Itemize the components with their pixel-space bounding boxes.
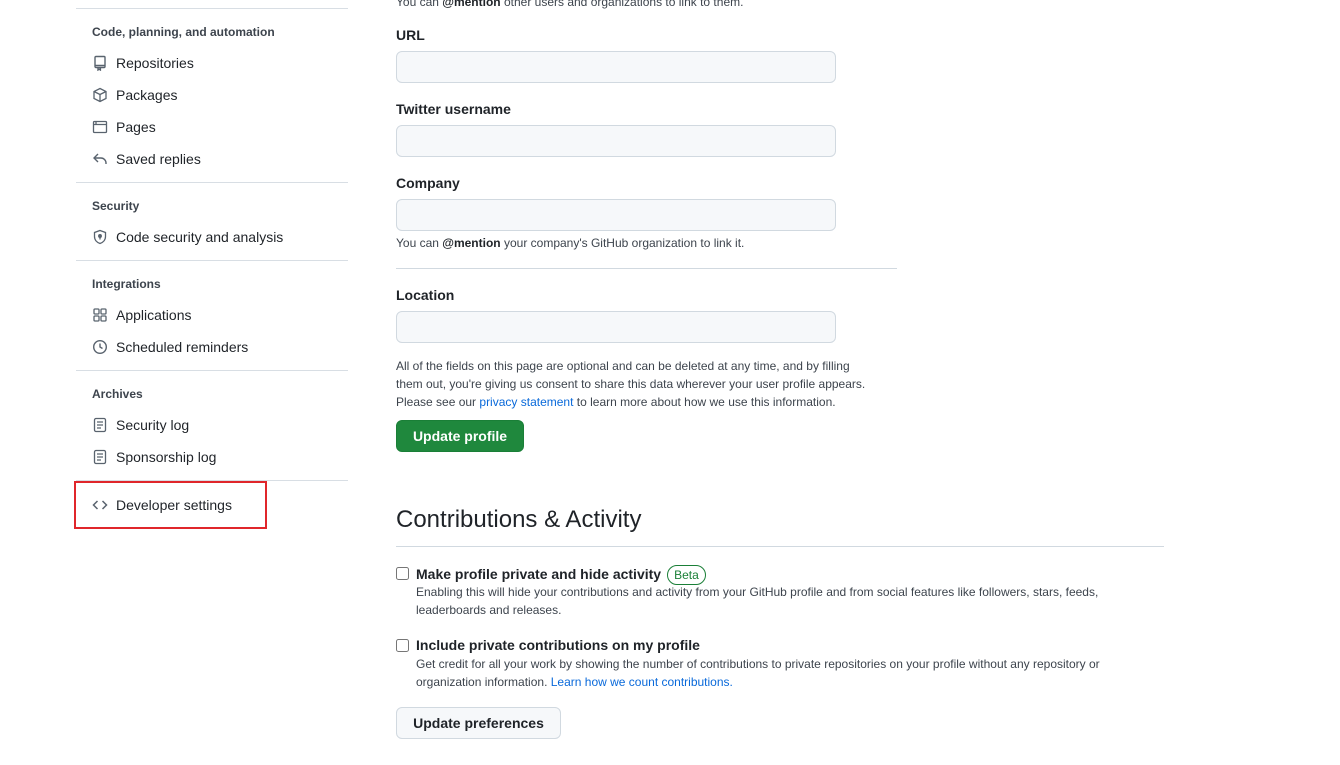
shield-lock-icon — [92, 229, 108, 245]
sidebar-item-code-security[interactable]: Code security and analysis — [92, 225, 283, 249]
learn-contributions-link[interactable]: Learn how we count contributions. — [551, 675, 733, 689]
private-profile-desc: Enabling this will hide your contributio… — [416, 583, 1176, 619]
sidebar-item-pages[interactable]: Pages — [92, 115, 156, 139]
twitter-label: Twitter username — [396, 101, 511, 117]
sidebar-item-repositories[interactable]: Repositories — [92, 51, 194, 75]
location-label: Location — [396, 287, 455, 303]
sidebar-item-packages[interactable]: Packages — [92, 83, 177, 107]
contributions-heading: Contributions & Activity — [396, 506, 642, 533]
company-note: You can @mention your company's GitHub o… — [396, 234, 744, 252]
repo-icon — [92, 55, 108, 71]
highlight-box — [74, 481, 267, 529]
company-note-mention: @mention — [442, 236, 501, 250]
top-note: You can @mention other users and organiz… — [396, 0, 743, 11]
log-icon — [92, 449, 108, 465]
sidebar-item-security-log[interactable]: Security log — [92, 413, 189, 437]
privacy-statement-link[interactable]: privacy statement — [479, 395, 573, 409]
sidebar-item-label: Packages — [116, 87, 178, 103]
sidebar-divider — [76, 182, 348, 183]
sidebar-divider — [76, 260, 348, 261]
disclaimer-suffix: to learn more about how we use this info… — [573, 395, 836, 409]
company-input[interactable] — [396, 199, 836, 231]
private-contributions-label[interactable]: Include private contributions on my prof… — [416, 637, 700, 653]
sidebar-item-label: Saved replies — [116, 151, 201, 167]
desc-line: Enabling this will hide your contributio… — [416, 585, 1099, 599]
sidebar-item-label: Scheduled reminders — [116, 339, 249, 355]
update-profile-button[interactable]: Update profile — [396, 420, 524, 452]
private-contributions-desc: Get credit for all your work by showing … — [416, 655, 1176, 691]
log-icon — [92, 417, 108, 433]
top-note-mention: @mention — [442, 0, 501, 9]
location-input[interactable] — [396, 311, 836, 343]
private-contributions-checkbox[interactable] — [396, 639, 409, 652]
private-profile-label[interactable]: Make profile private and hide activity Be… — [416, 565, 706, 585]
package-icon — [92, 87, 108, 103]
desc-prefix: organization information. — [416, 675, 551, 689]
sidebar-divider — [76, 8, 348, 9]
group-title-security: Security — [92, 199, 140, 213]
desc-line: Get credit for all your work by showing … — [416, 657, 1100, 671]
sidebar-divider — [76, 370, 348, 371]
disclaimer-note: All of the fields on this page are optio… — [396, 357, 916, 411]
sidebar-item-label: Repositories — [116, 55, 194, 71]
sidebar-item-scheduled-reminders[interactable]: Scheduled reminders — [92, 335, 248, 359]
reply-icon — [92, 151, 108, 167]
private-profile-checkbox[interactable] — [396, 567, 409, 580]
form-divider — [396, 268, 897, 269]
sidebar-item-label: Code security and analysis — [116, 229, 284, 245]
desc-line: leaderboards and releases. — [416, 603, 562, 617]
sidebar-item-label: Sponsorship log — [116, 449, 217, 465]
sidebar-item-saved-replies[interactable]: Saved replies — [92, 147, 201, 171]
group-title-archives: Archives — [92, 387, 143, 401]
section-divider — [396, 546, 1164, 547]
update-preferences-button[interactable]: Update preferences — [396, 707, 561, 739]
sidebar-item-sponsorship-log[interactable]: Sponsorship log — [92, 445, 216, 469]
desc-line: organization information. Learn how we c… — [416, 673, 1176, 691]
top-note-prefix: You can — [396, 0, 443, 9]
sidebar-item-label: Applications — [116, 307, 192, 323]
company-note-suffix: your company's GitHub organization to li… — [500, 236, 745, 250]
company-label: Company — [396, 175, 460, 191]
disclaimer-prefix: Please see our — [396, 395, 480, 409]
clock-icon — [92, 339, 108, 355]
beta-badge: Beta — [667, 565, 706, 585]
url-label: URL — [396, 27, 425, 43]
disclaimer-line: Please see our privacy statement to lear… — [396, 393, 916, 411]
private-profile-label-text: Make profile private and hide activity — [416, 566, 662, 582]
top-note-suffix: other users and organizations to link to… — [500, 0, 744, 9]
url-input[interactable] — [396, 51, 836, 83]
sidebar-item-applications[interactable]: Applications — [92, 303, 192, 327]
disclaimer-line: All of the fields on this page are optio… — [396, 359, 850, 373]
group-title-integrations: Integrations — [92, 277, 161, 291]
company-note-prefix: You can — [396, 236, 443, 250]
sidebar-item-label: Security log — [116, 417, 190, 433]
browser-icon — [92, 119, 108, 135]
disclaimer-line: them out, you're giving us consent to sh… — [396, 377, 866, 391]
apps-icon — [92, 307, 108, 323]
twitter-input[interactable] — [396, 125, 836, 157]
group-title-code-planning: Code, planning, and automation — [92, 25, 275, 39]
sidebar-item-label: Pages — [116, 119, 156, 135]
